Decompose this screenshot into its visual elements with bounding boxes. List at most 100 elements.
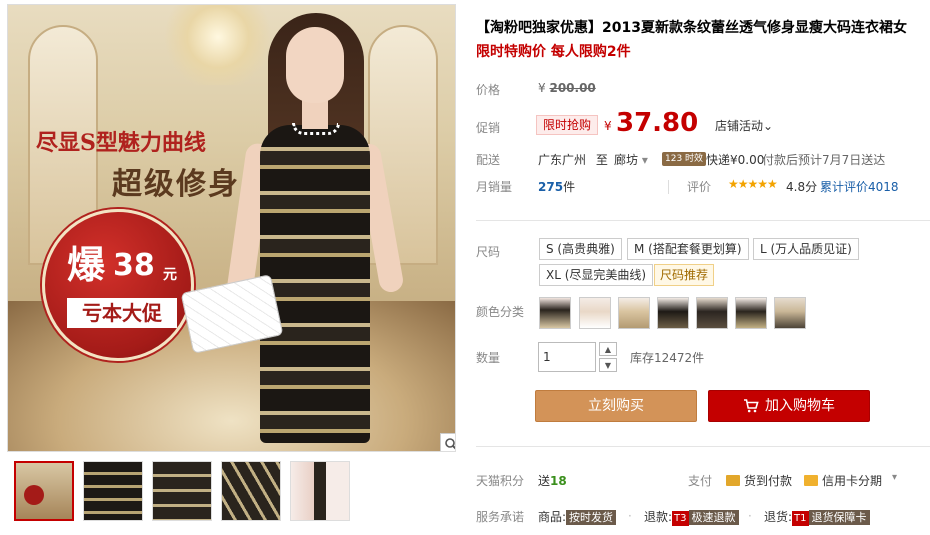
points-value: 送18 [538, 472, 567, 489]
service-item-label: 商品: [538, 510, 567, 524]
original-price-value: 200.00 [549, 81, 596, 95]
separator-dot: · [628, 509, 632, 523]
size-recommend-button[interactable]: 尺码推荐 [654, 264, 715, 286]
lace-dress [260, 125, 370, 443]
ship-to-word: 至 [595, 153, 608, 167]
service-label: 服务承诺 [476, 510, 525, 524]
size-option-m[interactable]: M (搭配套餐更划算) [627, 238, 749, 260]
size-option-xl[interactable]: XL (尽显完美曲线) [539, 264, 654, 286]
add-to-cart-label: 加入购物车 [765, 398, 835, 414]
service-chip: 按时发货 [566, 510, 617, 525]
service-return-guarantee[interactable]: 退货: T1 退货保障卡 [764, 508, 870, 526]
badge-unit: 元 [163, 267, 177, 283]
badge-burst-text: 爆 [67, 242, 106, 287]
badge-price: 38 [113, 248, 155, 283]
quantity-increase-button[interactable]: ▲ [599, 342, 617, 356]
price-badge: 爆 38 元 亏本大促 [42, 209, 194, 361]
service-item-label: 退货: [764, 510, 793, 524]
thumbnail-sleeve-detail[interactable] [221, 461, 281, 521]
thumbnail-strip [14, 461, 350, 521]
chevron-down-icon: ⌄ [763, 119, 774, 133]
thumbnail-badge [24, 485, 44, 505]
service-on-time[interactable]: 商品: 按时发货 [538, 508, 617, 525]
chevron-down-icon: ▾ [641, 153, 648, 167]
pearl-necklace [292, 123, 340, 135]
promo-headline: 尽显S型魅力曲线 [36, 130, 206, 156]
buy-now-button[interactable]: 立刻购买 [535, 390, 697, 422]
monthly-sales: 275件 [538, 178, 575, 195]
color-label: 颜色分类 [476, 305, 525, 319]
total-reviews-link[interactable]: 累计评价4018 [820, 178, 899, 195]
currency-symbol: ¥ [604, 119, 612, 133]
rating-label: 评价 [687, 180, 712, 194]
points-number: 18 [550, 474, 567, 488]
model-figure [180, 13, 405, 451]
thumbnail-fabric-closeup[interactable] [152, 461, 212, 521]
size-option-s[interactable]: S (高贵典雅) [539, 238, 622, 260]
thumbnail-fabric-detail[interactable] [83, 461, 143, 521]
service-chip: 极速退款 [688, 510, 739, 525]
divider [668, 180, 669, 194]
model-face [286, 27, 344, 103]
stock-count: 库存12472件 [630, 351, 705, 365]
cod-label: 货到付款 [744, 474, 793, 488]
color-swatch[interactable] [735, 297, 767, 329]
monthly-sales-count: 275 [538, 180, 564, 194]
price-label: 价格 [476, 83, 501, 97]
cod-icon [726, 475, 740, 486]
color-swatch[interactable] [618, 297, 650, 329]
service-chip: 退货保障卡 [808, 510, 870, 525]
store-activity-dropdown[interactable]: 店铺活动⌄ [715, 117, 773, 134]
divider [476, 220, 930, 221]
color-swatch[interactable] [696, 297, 728, 329]
t1-badge: T1 [792, 511, 809, 526]
zoom-icon[interactable] [440, 433, 455, 451]
ship-from: 广东广州 至 [538, 151, 608, 168]
t3-badge: T3 [672, 511, 689, 526]
quantity-label: 数量 [476, 351, 501, 365]
separator-dot: · [748, 509, 752, 523]
quantity-input[interactable] [538, 342, 596, 372]
ship-to-city: 廊坊 [614, 153, 639, 167]
cart-icon [744, 399, 759, 413]
service-item-label: 退款: [644, 510, 673, 524]
credit-installment[interactable]: 信用卡分期 [804, 472, 882, 489]
size-label: 尺码 [476, 245, 501, 259]
shipping-label: 配送 [476, 153, 501, 167]
product-info-panel: 【淘粉吧独家优惠】2013夏新款条纹蕾丝透气修身显瘦大码连衣裙女 限时特购价 每… [472, 0, 930, 535]
flash-sale-tag: 限时抢购 [536, 115, 599, 135]
monthly-sales-label: 月销量 [476, 180, 513, 194]
color-swatch[interactable] [657, 297, 689, 329]
product-main-image[interactable]: 尽显S型魅力曲线 超级修身 爆 38 元 亏本大促 [7, 4, 456, 452]
quantity-decrease-button[interactable]: ▼ [599, 358, 617, 372]
store-activity-label: 店铺活动 [715, 119, 764, 133]
points-text: 送 [538, 474, 551, 488]
credit-label: 信用卡分期 [822, 474, 883, 488]
color-swatch[interactable] [774, 297, 806, 329]
ship-to-dropdown[interactable]: 廊坊 ▾ [614, 151, 648, 168]
credit-card-icon [804, 475, 818, 486]
promo-label: 促销 [476, 121, 501, 135]
shipping-fee: 快递¥0.00 [706, 153, 765, 167]
badge-sub-text: 亏本大促 [67, 298, 177, 328]
promo-subheadline: 超级修身 [112, 167, 240, 202]
chevron-down-icon[interactable]: ▾ [892, 472, 897, 483]
size-option-l[interactable]: L (万人品质见证) [753, 238, 859, 260]
add-to-cart-button[interactable]: 加入购物车 [708, 390, 870, 422]
color-swatch[interactable] [539, 297, 571, 329]
delivery-time-badge: 123 时效 [662, 152, 707, 166]
points-label: 天猫积分 [476, 474, 525, 488]
product-title: 【淘粉吧独家优惠】2013夏新款条纹蕾丝透气修身显瘦大码连衣裙女 [476, 20, 907, 36]
sale-price: 37.80 [616, 108, 699, 138]
service-fast-refund[interactable]: 退款: T3 极速退款 [644, 508, 739, 526]
monthly-sales-unit: 件 [563, 180, 576, 194]
thumbnail-model-pose[interactable] [290, 461, 350, 521]
divider [476, 446, 930, 447]
currency-symbol: ¥ [538, 81, 546, 95]
color-swatch[interactable] [579, 297, 611, 329]
ship-from-city: 广东广州 [538, 153, 587, 167]
original-price: ¥ 200.00 [538, 81, 596, 95]
cash-on-delivery[interactable]: 货到付款 [726, 472, 792, 489]
thumbnail-front-view[interactable] [14, 461, 74, 521]
star-rating-icon: ★★★★★ [728, 177, 778, 191]
